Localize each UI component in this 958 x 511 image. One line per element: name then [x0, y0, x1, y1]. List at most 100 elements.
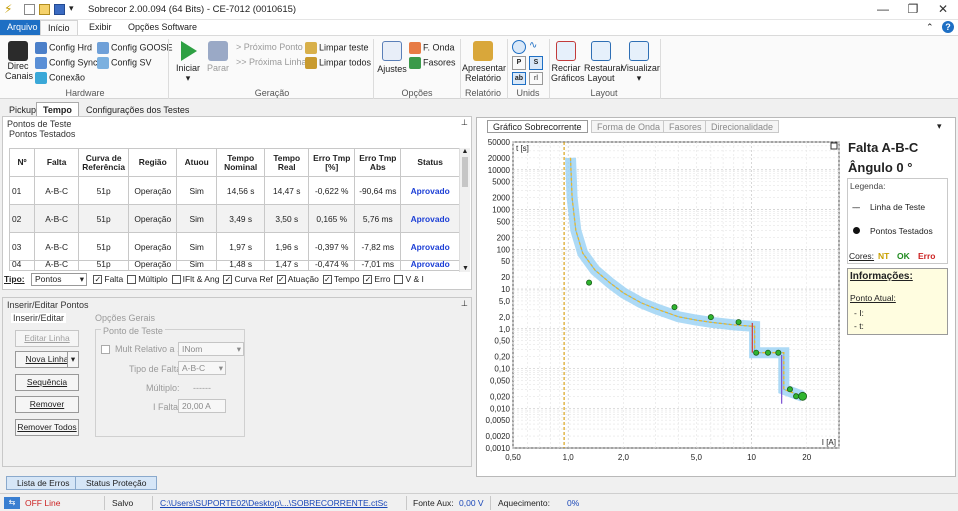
tab-opcoes-software[interactable]: Opções Software — [121, 20, 204, 35]
y-tick-label: 5000 — [492, 178, 510, 187]
tab-inserir-editar[interactable]: Inserir/Editar — [11, 313, 67, 323]
config-sync-button[interactable]: Config Sync — [35, 57, 98, 69]
tab-arquivo[interactable]: Arquivo — [0, 20, 45, 35]
menu-bar: Arquivo Início Exibir Opções Software ⌃ … — [0, 20, 958, 35]
restaurar-layout-button[interactable]: Restaurar Layout — [584, 41, 624, 83]
column-header[interactable]: Nº — [8, 148, 36, 177]
new-file-icon[interactable] — [24, 4, 35, 15]
tab-direcionalidade[interactable]: Direcionalidade — [705, 120, 780, 133]
conexao-button[interactable]: Conexão — [35, 72, 85, 84]
ponto-teste-label: Ponto de Teste — [101, 326, 165, 336]
sequencia-button[interactable]: Sequência — [15, 374, 79, 391]
remover-todos-button[interactable]: Remover Todos — [15, 419, 79, 436]
rel-unit-icon[interactable]: rl — [529, 72, 543, 85]
column-header[interactable]: Erro Tmp Abs — [354, 148, 402, 177]
column-header[interactable]: Falta — [34, 148, 80, 177]
filter-checkbox[interactable]: ✓ — [363, 275, 373, 284]
quick-access-dropdown-icon[interactable]: ▾ — [69, 3, 74, 14]
restore-icon[interactable]: ❐ — [898, 0, 928, 20]
apresentar-relatorio-button[interactable]: Apresentar Relatório — [462, 41, 506, 83]
pin-icon[interactable]: ⊥ — [461, 118, 468, 127]
mult-relativo-checkbox[interactable] — [101, 345, 110, 354]
parar-button[interactable]: Parar — [206, 41, 230, 73]
visualizar-button[interactable]: Visualizar ▾ — [621, 41, 660, 84]
abs-unit-icon[interactable]: ab — [512, 72, 526, 85]
secondary-unit-icon[interactable]: S — [529, 56, 543, 70]
filter-checkbox[interactable] — [171, 275, 181, 284]
tab-grafico-sobrecorrente[interactable]: Gráfico Sobrecorrente — [487, 120, 588, 133]
limpar-teste-button[interactable]: Limpar teste — [305, 42, 369, 54]
filter-checkbox[interactable]: ✓ — [322, 275, 332, 284]
save-icon[interactable] — [54, 4, 65, 15]
filter-checkbox[interactable] — [127, 275, 137, 284]
nova-linha-dropdown-icon[interactable]: ▾ — [67, 351, 79, 368]
config-hrd-button[interactable]: Config Hrd — [35, 42, 92, 54]
table-cell: A-B-C — [34, 204, 80, 233]
column-header[interactable]: Atuou — [176, 148, 218, 177]
limpar-todos-button[interactable]: Limpar todos — [305, 57, 371, 69]
ribbon-collapse-icon[interactable]: ⌃ — [926, 22, 934, 33]
filter-checkbox[interactable] — [394, 275, 404, 284]
tipo-select[interactable]: Pontos ▾ — [31, 273, 87, 286]
fasores-button[interactable]: Fasores — [409, 57, 456, 69]
insert-edit-panel: Inserir/Editar Pontos ⊥ Inserir/Editar O… — [2, 297, 472, 467]
editar-linha-button[interactable]: Editar Linha — [15, 330, 79, 347]
chart-menu-chevron-icon[interactable]: ▾ — [937, 121, 942, 132]
column-header[interactable]: Tempo Nominal — [216, 148, 266, 177]
connection-status-icon[interactable]: ⇆ — [4, 497, 20, 509]
clock-unit-icon[interactable] — [512, 40, 526, 54]
channels-icon — [8, 41, 28, 61]
direc-canais-button[interactable]: Direc Canais — [5, 41, 33, 81]
scroll-up-icon[interactable]: ▲ — [460, 148, 470, 155]
file-path-link[interactable]: C:\Users\SUPORTE02\Desktop\...\SOBRECORR… — [160, 498, 388, 508]
column-header[interactable]: Curva de Referência — [78, 148, 130, 177]
config-goose-button[interactable]: Config GOOSE — [97, 42, 173, 54]
minimize-icon[interactable]: — — [868, 0, 898, 20]
table-scrollbar[interactable]: ▲ ▼ — [459, 148, 470, 272]
column-header[interactable]: Região — [128, 148, 178, 177]
table-row[interactable]: 02 A-B-C 51p Operação Sim 3,49 s 3,50 s 0,165 %… — [8, 204, 460, 233]
iniciar-button[interactable]: Iniciar ▾ — [176, 41, 200, 84]
recriar-graficos-button[interactable]: Recriar Gráficos — [551, 41, 585, 83]
filter-checkbox[interactable]: ✓ — [276, 275, 286, 284]
proxima-linha-button[interactable]: >> Próxima Linha — [236, 57, 307, 67]
sine-unit-icon[interactable]: ∿ — [529, 40, 543, 54]
column-header[interactable]: Status — [400, 148, 460, 177]
tab-lista-erros[interactable]: Lista de Erros — [6, 476, 81, 490]
open-folder-icon[interactable] — [39, 4, 50, 15]
table-cell: Sim — [176, 204, 218, 233]
help-icon[interactable]: ? — [942, 21, 954, 33]
column-header[interactable]: Tempo Real — [264, 148, 310, 177]
column-header[interactable]: Erro Tmp [%] — [308, 148, 356, 177]
scroll-down-icon[interactable]: ▼ — [460, 265, 471, 272]
tab-configuracoes-testes[interactable]: Configurações dos Testes — [79, 102, 196, 117]
mult-relativo-select[interactable]: INom ▾ — [178, 342, 244, 356]
proximo-ponto-button[interactable]: > Próximo Ponto — [236, 42, 303, 52]
chevron-down-icon: ▾ — [79, 274, 84, 284]
tab-tempo[interactable]: Tempo — [36, 102, 79, 117]
tab-exibir[interactable]: Exibir — [82, 20, 119, 35]
ajustes-button[interactable]: Ajustes — [377, 41, 407, 74]
close-icon[interactable]: ✕ — [928, 0, 958, 20]
pontos-testados-label: Pontos Testados — [870, 226, 933, 236]
table-row[interactable]: 03 A-B-C 51p Operação Sim 1,97 s 1,96 s -0,397 … — [8, 232, 460, 261]
f-onda-button[interactable]: F. Onda — [409, 42, 455, 54]
remover-button[interactable]: Remover — [15, 396, 79, 413]
tab-inicio[interactable]: Início — [40, 20, 78, 35]
current-label: - I: — [854, 308, 864, 318]
tab-fasores[interactable]: Fasores — [663, 120, 708, 133]
pin-icon[interactable]: ⊥ — [461, 299, 468, 308]
tab-status-protecao[interactable]: Status Proteção — [75, 476, 158, 490]
aquecimento-label: Aquecimento: — [498, 498, 550, 508]
filter-checkbox[interactable]: ✓ — [223, 275, 233, 284]
primary-unit-icon[interactable]: P — [512, 56, 526, 70]
scroll-thumb[interactable] — [462, 157, 468, 187]
tab-opcoes-gerais[interactable]: Opções Gerais — [95, 313, 155, 323]
tab-forma-de-onda[interactable]: Forma de Onda — [591, 120, 667, 133]
table-row[interactable]: 01 A-B-C 51p Operação Sim 14,56 s 14,47 s -0,62… — [8, 176, 460, 205]
ifalta-input[interactable]: 20,00 A — [178, 399, 226, 413]
table-row[interactable]: 04 A-B-C 51p Operação Sim 1,48 s 1,47 s -0,474 … — [8, 260, 460, 271]
tipo-falta-select[interactable]: A-B-C ▾ — [178, 361, 226, 375]
config-sv-button[interactable]: Config SV — [97, 57, 152, 69]
filter-checkbox[interactable]: ✓ — [93, 275, 103, 284]
